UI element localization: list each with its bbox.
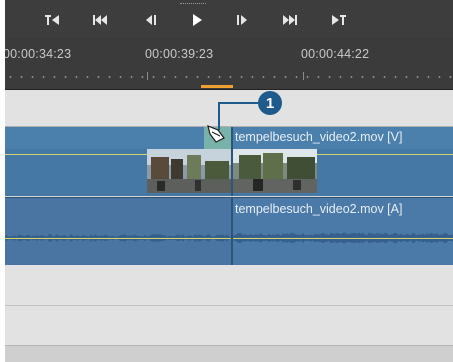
transport-bar bbox=[5, 0, 453, 39]
next-edit-icon[interactable] bbox=[281, 11, 299, 29]
video-thumbnail bbox=[147, 149, 231, 193]
audio-clip-title: tempelbesuch_video2.mov [A] bbox=[235, 202, 403, 216]
edit-point[interactable] bbox=[231, 127, 233, 196]
timeline-panel: 00:00:34:23 00:00:39:23 00:00:44:22 temp… bbox=[5, 0, 453, 362]
go-to-out-icon[interactable] bbox=[330, 11, 348, 29]
ruler-ticks bbox=[5, 76, 453, 78]
callout-number-badge: 1 bbox=[258, 91, 282, 115]
step-back-icon[interactable] bbox=[142, 11, 160, 29]
time-ruler[interactable]: 00:00:34:23 00:00:39:23 00:00:44:22 bbox=[5, 38, 453, 90]
timeline-scrollbar[interactable] bbox=[5, 345, 453, 362]
timecode-label: 00:00:34:23 bbox=[5, 47, 72, 61]
video-clip-left-header[interactable] bbox=[5, 127, 205, 149]
ruler-major-tick bbox=[303, 72, 304, 80]
audio-track[interactable]: tempelbesuch_video2.mov [A] bbox=[5, 197, 453, 265]
step-forward-icon[interactable] bbox=[233, 11, 251, 29]
play-icon[interactable] bbox=[188, 11, 206, 29]
transition-cursor-icon bbox=[207, 125, 225, 143]
audio-waveform bbox=[5, 232, 453, 244]
previous-edit-icon[interactable] bbox=[91, 11, 109, 29]
timecode-label: 00:00:44:22 bbox=[301, 47, 370, 61]
video-track[interactable]: tempelbesuch_video2.mov [V] bbox=[5, 127, 453, 196]
volume-keyframe-line[interactable] bbox=[5, 238, 453, 239]
video-thumbnail bbox=[233, 149, 317, 193]
ruler-major-tick bbox=[147, 72, 148, 80]
work-area-marker[interactable] bbox=[201, 85, 233, 88]
audio-edit-point[interactable] bbox=[231, 198, 233, 265]
track-divider bbox=[5, 305, 453, 306]
go-to-in-icon[interactable] bbox=[43, 11, 61, 29]
panel-grip[interactable] bbox=[180, 3, 206, 7]
timecode-label: 00:00:39:23 bbox=[145, 47, 214, 61]
